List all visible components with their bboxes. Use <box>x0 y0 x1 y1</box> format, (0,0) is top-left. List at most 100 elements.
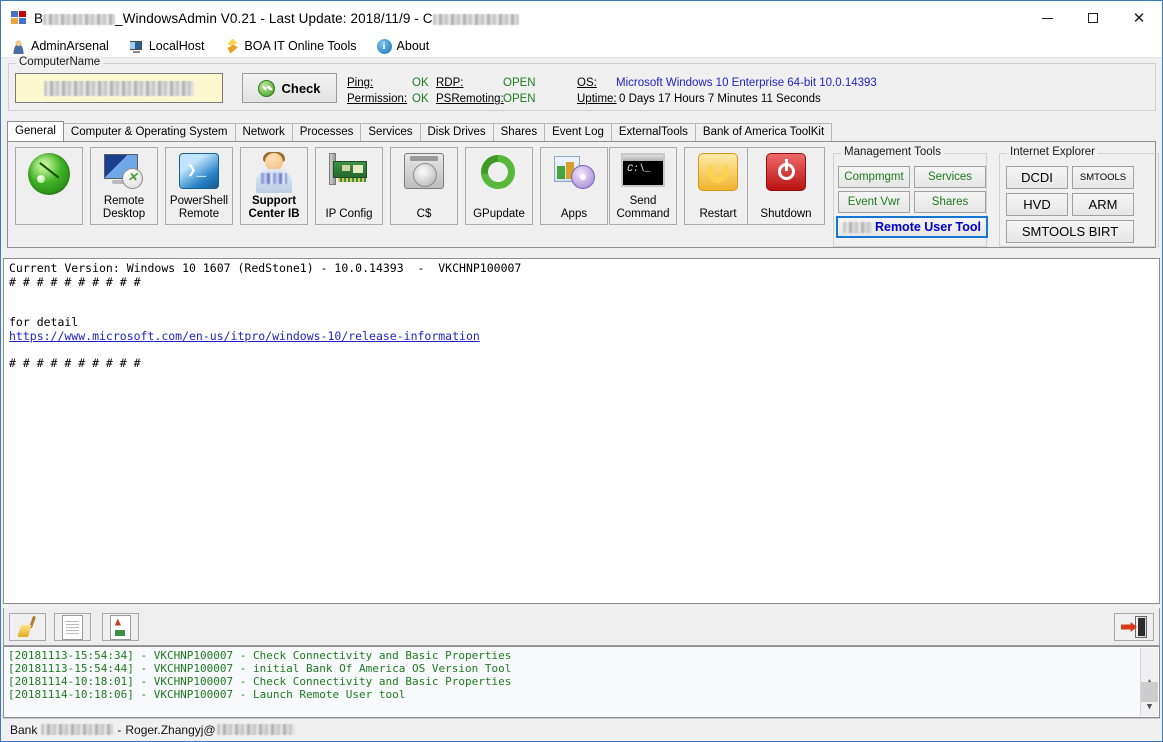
ping-label: Ping: <box>347 77 374 89</box>
output-line-separator: # # # # # # # # # # <box>9 274 141 289</box>
copy-button[interactable] <box>54 613 91 641</box>
tool-button-support-center-ib[interactable]: Support Center IB <box>240 147 308 225</box>
broom-icon <box>17 615 39 638</box>
tool-button-c-share[interactable]: C$ <box>390 147 458 225</box>
services-button[interactable]: Services <box>914 166 986 188</box>
dcdi-button[interactable]: DCDI <box>1006 166 1068 189</box>
redacted-block <box>43 13 116 25</box>
log-scrollbar[interactable]: ▲ ▼ <box>1140 648 1158 716</box>
report-document-icon <box>110 614 131 640</box>
check-circle-icon <box>258 79 276 97</box>
tab-computer-operating-system[interactable]: Computer & Operating System <box>62 123 236 141</box>
report-button[interactable] <box>102 613 139 641</box>
minimize-button[interactable] <box>1024 1 1070 35</box>
menu-label: About <box>396 39 430 53</box>
uptime-value: 0 Days 17 Hours 7 Minutes 11 Seconds <box>619 93 821 105</box>
os-value: Microsoft Windows 10 Enterprise 64-bit 1… <box>616 77 877 89</box>
app-icon <box>11 10 27 26</box>
person-icon <box>11 38 26 54</box>
info-icon: i <box>376 38 392 54</box>
remote-user-tool-button[interactable]: Remote User Tool <box>836 216 988 238</box>
status-bank-label: Bank <box>10 722 38 737</box>
tab-processes[interactable]: Processes <box>291 123 362 141</box>
shares-button[interactable]: Shares <box>914 191 986 213</box>
tab-externaltools[interactable]: ExternalTools <box>610 123 696 141</box>
ping-radar-icon <box>16 153 82 195</box>
tool-button-restart[interactable]: Restart <box>684 147 752 225</box>
title-bar: B _WindowsAdmin V0.21 - Last Update: 2018… <box>1 1 1162 35</box>
application-window: B _WindowsAdmin V0.21 - Last Update: 2018… <box>0 0 1163 742</box>
tool-button-label: Restart <box>699 207 737 220</box>
exit-button[interactable] <box>1114 613 1154 641</box>
computer-name-input[interactable] <box>15 73 223 103</box>
menu-item-adminarsenal[interactable]: AdminArsenal <box>9 38 111 55</box>
close-icon: ✕ <box>1132 9 1146 27</box>
tool-button-shutdown[interactable]: Shutdown <box>747 147 825 225</box>
status-separator: - <box>117 722 122 737</box>
tab-services[interactable]: Services <box>360 123 421 141</box>
tool-button-label: Apps <box>560 207 588 220</box>
scroll-down-icon[interactable]: ▼ <box>1141 699 1158 716</box>
tool-button-label: Remote Desktop <box>102 195 146 220</box>
tab-event-log[interactable]: Event Log <box>544 123 612 141</box>
tool-button-send-command[interactable]: C:\_ Send Command <box>609 147 677 225</box>
redacted-block <box>432 13 519 25</box>
tool-button-label: IP Config <box>325 207 373 220</box>
management-tools-group: Management Tools Compmgmt Services Event… <box>833 146 988 247</box>
permission-label: Permission: <box>347 93 408 105</box>
log-line: [20181113-15:54:44] - VKCHNP100007 - ini… <box>8 662 512 675</box>
tool-button-remote-desktop[interactable]: ✕ Remote Desktop <box>90 147 158 225</box>
hvd-button[interactable]: HVD <box>1006 193 1068 216</box>
output-text-area[interactable]: Current Version: Windows 10 1607 (RedSto… <box>3 258 1160 604</box>
psremoting-value: OPEN <box>503 93 536 105</box>
window-title-main: _WindowsAdmin V0.21 - Last Update: 2018/… <box>115 10 433 26</box>
release-information-link[interactable]: https://www.microsoft.com/en-us/itpro/wi… <box>9 329 480 343</box>
tab-disk-drives[interactable]: Disk Drives <box>419 123 494 141</box>
tab-shares[interactable]: Shares <box>492 123 546 141</box>
menu-label: BOA IT Online Tools <box>244 39 357 53</box>
support-person-icon <box>241 152 307 193</box>
minimize-icon <box>1041 17 1053 19</box>
compmgmt-button[interactable]: Compmgmt <box>838 166 910 188</box>
menu-item-localhost[interactable]: LocalHost <box>127 38 207 55</box>
check-button[interactable]: Check <box>242 73 337 103</box>
close-button[interactable]: ✕ <box>1116 1 1162 35</box>
tool-button-ip-config[interactable]: IP Config <box>315 147 383 225</box>
smtools-button[interactable]: SMTOOLS <box>1072 166 1134 189</box>
tool-button-powershell-remote[interactable]: PowerShellRemote <box>165 147 233 225</box>
menu-bar: AdminArsenal LocalHost BOA IT Online Too… <box>1 35 1162 58</box>
log-line: [20181114-10:18:06] - VKCHNP100007 - Lau… <box>8 688 406 701</box>
event-viewer-button[interactable]: Event Vwr <box>838 191 910 213</box>
arm-button[interactable]: ARM <box>1072 193 1134 216</box>
menu-item-boa-it-online-tools[interactable]: BOA IT Online Tools <box>222 38 358 55</box>
tab-bank-of-america-toolkit[interactable]: Bank of America ToolKit <box>694 123 833 141</box>
tool-button-label: C$ <box>416 207 432 220</box>
apps-cd-icon <box>541 153 607 189</box>
log-line: [20181113-15:54:34] - VKCHNP100007 - Che… <box>8 649 512 662</box>
menu-item-about[interactable]: i About <box>375 38 432 55</box>
rdp-value: OPEN <box>503 77 536 89</box>
tab-network[interactable]: Network <box>234 123 293 141</box>
monitor-icon <box>129 39 144 54</box>
tool-button-gpupdate[interactable]: GPupdate <box>465 147 533 225</box>
tab-general[interactable]: General <box>7 121 64 141</box>
tool-button-label: GPupdate <box>473 207 525 220</box>
tool-button-ping[interactable] <box>15 147 83 225</box>
log-text-area[interactable]: [20181113-15:54:34] - VKCHNP100007 - Che… <box>3 646 1160 718</box>
clear-button[interactable] <box>9 613 46 641</box>
smtools-birt-button[interactable]: SMTOOLS BIRT <box>1006 220 1134 243</box>
permission-value: OK <box>412 93 429 105</box>
maximize-button[interactable] <box>1070 1 1116 35</box>
internet-explorer-label: Internet Explorer <box>1007 146 1099 158</box>
tool-button-apps[interactable]: Apps <box>540 147 608 225</box>
output-line-for-detail: for detail <box>9 315 79 329</box>
window-controls: ✕ <box>1024 1 1162 35</box>
output-line-version: Current Version: Windows 10 1607 (RedSto… <box>9 261 522 275</box>
os-label: OS: <box>577 77 597 89</box>
redacted-block <box>216 724 295 735</box>
refresh-arrows-icon <box>466 153 532 191</box>
remote-user-tool-label: Remote User Tool <box>874 220 982 234</box>
flame-icon <box>227 38 238 54</box>
maximize-icon <box>1088 13 1098 23</box>
tool-button-label: Support Center IB <box>248 195 300 220</box>
